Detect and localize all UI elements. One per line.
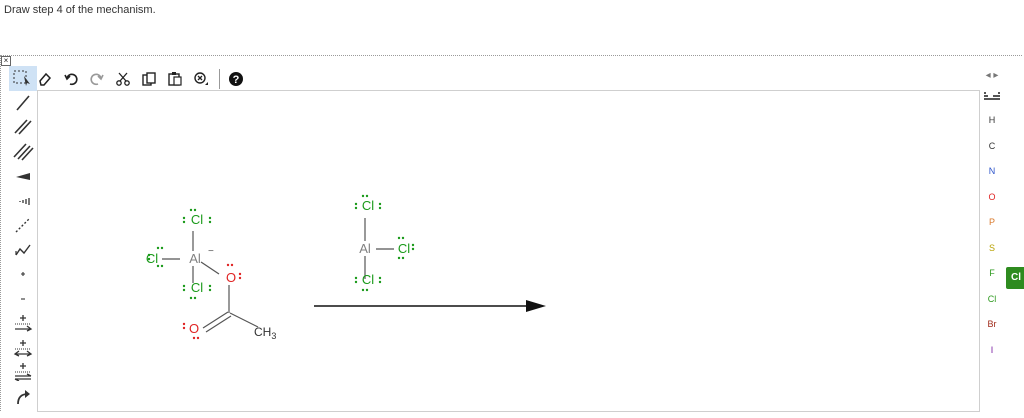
element-button-i[interactable]: I [980, 338, 1004, 364]
active-element-tab[interactable]: Cl [1006, 267, 1024, 289]
methyl-group-label: CH3 [254, 325, 276, 341]
element-button-br[interactable]: Br [980, 312, 1004, 338]
chlorine-atom-label: Cl [146, 251, 158, 266]
help-icon[interactable]: ? [226, 69, 246, 89]
drawing-editor: × ? Cl Cl Cl Al − O O CH3 Cl Cl Cl Al ◂ … [0, 55, 1024, 412]
element-list: H C N O P S F Cl Br I [980, 108, 1004, 363]
element-button-cl[interactable]: Cl [980, 287, 1004, 313]
equilibrium-arrow-icon[interactable] [9, 360, 37, 385]
close-editor-icon[interactable]: × [1, 56, 11, 66]
chain-tool-icon[interactable] [9, 238, 37, 263]
question-prompt: Draw step 4 of the mechanism. [4, 4, 156, 16]
top-toolbar: ? [35, 68, 246, 90]
chlorine-atom-label: Cl [398, 241, 410, 256]
undo-icon[interactable] [61, 69, 81, 89]
oxygen-atom-label: O [189, 321, 199, 336]
aluminum-chloride-molecule[interactable]: Cl Cl Cl Al [354, 194, 415, 292]
paste-icon[interactable] [165, 69, 185, 89]
reaction-arrow-icon[interactable] [9, 336, 37, 361]
element-button-f[interactable]: F [980, 261, 1004, 287]
element-button-h[interactable]: H [980, 108, 1004, 134]
chlorine-atom-label: Cl [362, 272, 374, 287]
aluminum-atom-label: Al [359, 241, 371, 256]
negative-charge-label: − [208, 246, 214, 257]
palette-nav-arrows[interactable]: ◂ ▸ [980, 66, 1004, 86]
aluminum-chloride-acetate-complex[interactable]: Cl Cl Cl Al − O O CH3 [146, 208, 277, 341]
chlorine-atom-label: Cl [191, 212, 203, 227]
periodic-table-icon[interactable] [980, 86, 1004, 108]
chlorine-atom-label: Cl [362, 198, 374, 213]
double-bond-icon[interactable] [9, 115, 37, 140]
element-button-o[interactable]: O [980, 185, 1004, 211]
oxygen-atom-label: O [226, 270, 236, 285]
select-tool-icon[interactable] [9, 66, 37, 91]
positive-charge-icon[interactable] [9, 262, 37, 287]
hash-bond-icon[interactable] [9, 189, 37, 214]
single-bond-icon[interactable] [9, 91, 37, 116]
curved-arrow-icon[interactable] [9, 385, 37, 410]
eraser-icon[interactable] [35, 69, 55, 89]
help-icon-glyph: ? [233, 74, 240, 86]
copy-icon[interactable] [139, 69, 159, 89]
element-button-c[interactable]: C [980, 134, 1004, 160]
triple-bond-icon[interactable] [9, 140, 37, 165]
canvas-drawing: Cl Cl Cl Al − O O CH3 Cl Cl Cl Al [146, 194, 546, 341]
zoom-clear-icon[interactable] [191, 69, 211, 89]
aluminum-atom-label: Al [189, 251, 201, 266]
wedge-bond-icon[interactable] [9, 164, 37, 189]
electron-pair-arrow-icon[interactable] [9, 311, 37, 336]
left-toolbar [9, 66, 37, 412]
toolbar-divider [219, 69, 220, 89]
element-button-n[interactable]: N [980, 159, 1004, 185]
dashed-bond-icon[interactable] [9, 213, 37, 238]
cut-icon[interactable] [113, 69, 133, 89]
redo-icon[interactable] [87, 69, 107, 89]
negative-charge-icon[interactable] [9, 287, 37, 312]
element-button-s[interactable]: S [980, 236, 1004, 262]
drawing-canvas[interactable]: Cl Cl Cl Al − O O CH3 Cl Cl Cl Al [37, 90, 980, 412]
element-button-p[interactable]: P [980, 210, 1004, 236]
reaction-arrow[interactable] [314, 300, 546, 312]
element-palette: ◂ ▸ H C N O P S F Cl Br I [980, 66, 1004, 406]
chlorine-atom-label: Cl [191, 280, 203, 295]
